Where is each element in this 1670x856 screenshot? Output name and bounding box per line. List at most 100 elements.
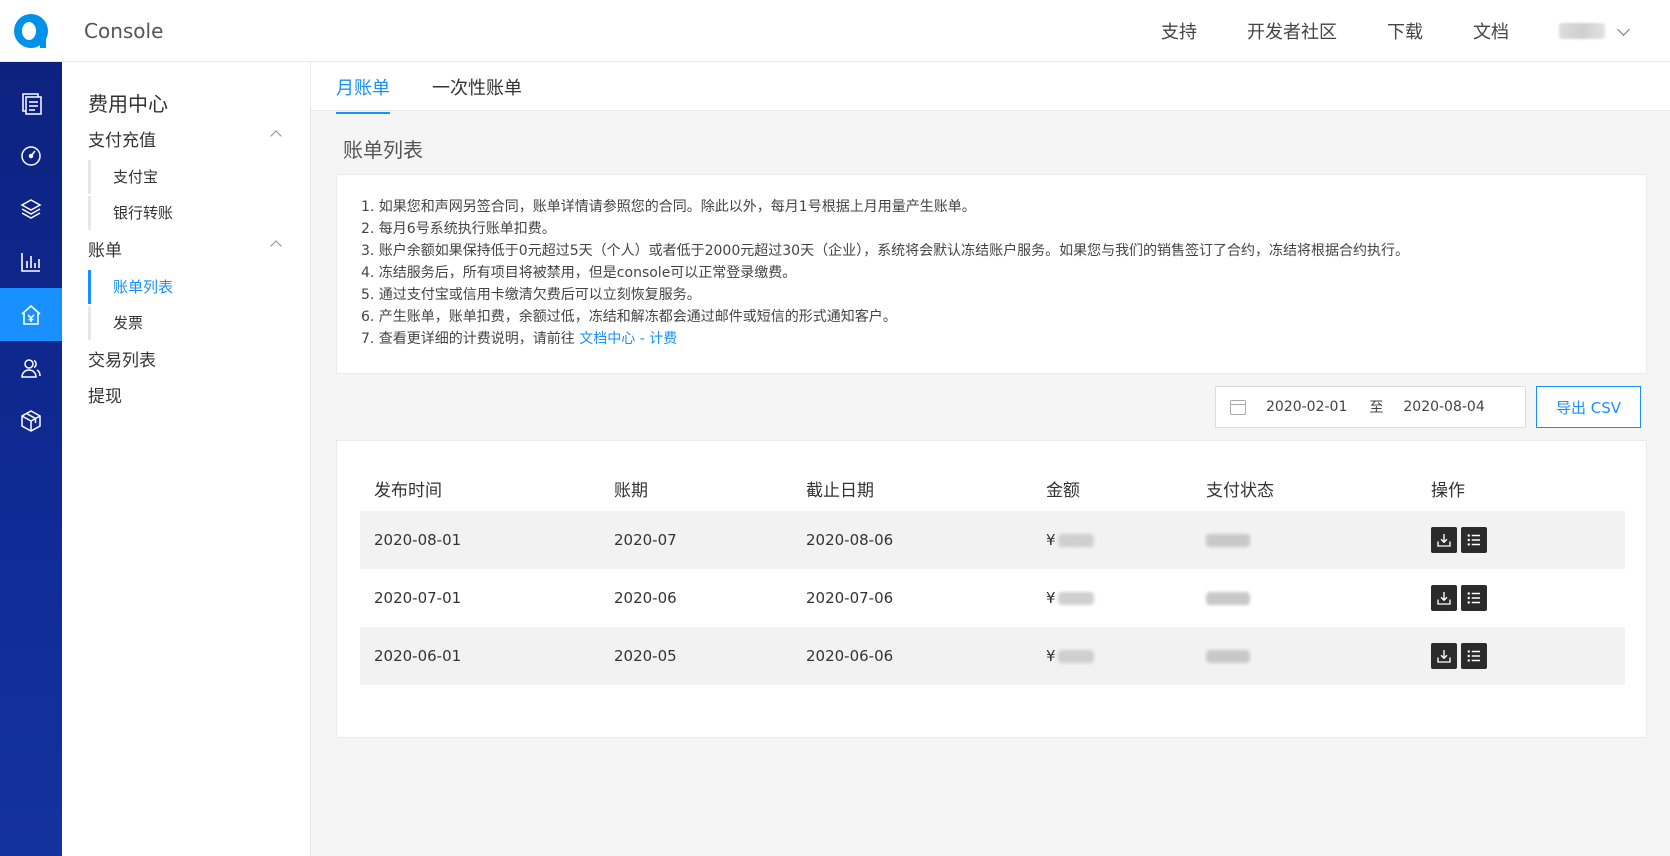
date-end[interactable]: 2020-08-04	[1403, 399, 1484, 415]
export-csv-button[interactable]: 导出 CSV	[1536, 386, 1641, 428]
calendar-icon	[1230, 399, 1246, 415]
download-icon	[1437, 534, 1451, 547]
top-nav: 支持 开发者社区 下载 文档	[1161, 0, 1670, 62]
rail-item-stats[interactable]	[0, 235, 62, 288]
notice-line: 6. 产生账单，账单扣费，余额过低，冻结和解冻都会通过邮件或短信的形式通知客户。	[361, 309, 897, 325]
date-range-picker[interactable]: 2020-02-01 至 2020-08-04	[1215, 386, 1526, 428]
cell-period: 2020-05	[614, 647, 677, 665]
amount-redacted	[1057, 650, 1094, 663]
nav-developer-community[interactable]: 开发者社区	[1247, 18, 1337, 44]
download-icon	[1437, 650, 1451, 663]
user-name-redacted	[1559, 23, 1605, 39]
cell-amount: ¥	[1046, 589, 1094, 607]
chevron-up-icon	[270, 240, 282, 252]
notice-line: 3. 账户余额如果保持低于0元超过5天（个人）或者低于2000元超过30天（企业…	[361, 243, 1410, 259]
col-due-date: 截止日期	[806, 480, 874, 501]
cell-published: 2020-06-01	[374, 647, 462, 665]
col-status: 支付状态	[1206, 480, 1274, 501]
top-bar: Console 支持 开发者社区 下载 文档	[0, 0, 1670, 62]
rail-item-users[interactable]	[0, 341, 62, 394]
menu-item-bank-transfer[interactable]: 银行转账	[88, 196, 311, 230]
col-actions: 操作	[1431, 480, 1465, 501]
detail-list-icon	[1467, 534, 1480, 546]
menu-item-withdraw[interactable]: 提现	[88, 382, 288, 407]
tab-monthly-bill[interactable]: 月账单	[336, 74, 390, 114]
bar-chart-icon	[21, 252, 40, 272]
notice-line: 7. 查看更详细的计费说明，请前往 文档中心 - 计费	[361, 328, 1622, 350]
menu-item-bill-list[interactable]: 账单列表	[88, 270, 311, 304]
tab-bar: 月账单 一次性账单	[311, 62, 1670, 114]
main-content: 月账单 一次性账单 账单列表 1. 如果您和声网另签合同，账单详情请参照您的合同…	[311, 62, 1670, 856]
menu-item-alipay[interactable]: 支付宝	[88, 160, 311, 194]
docs-billing-link[interactable]: 文档中心 - 计费	[579, 331, 677, 347]
cell-due: 2020-08-06	[806, 531, 894, 549]
detail-list-icon	[1467, 650, 1480, 662]
table-header: 发布时间 账期 截止日期 金额 支付状态 操作	[360, 465, 1625, 511]
chevron-down-icon	[1617, 22, 1630, 36]
cell-actions	[1431, 643, 1491, 669]
tab-one-time-bill[interactable]: 一次性账单	[432, 74, 522, 112]
notice-line: 2. 每月6号系统执行账单扣费。	[361, 221, 556, 237]
cell-period: 2020-06	[614, 589, 677, 607]
layers-icon	[20, 198, 42, 219]
date-start[interactable]: 2020-02-01	[1266, 399, 1347, 415]
details-button[interactable]	[1461, 585, 1487, 611]
app-title: Console	[84, 18, 164, 43]
menu-item-invoice[interactable]: 发票	[88, 306, 311, 340]
download-button[interactable]	[1431, 585, 1457, 611]
rail-item-billing[interactable]	[0, 288, 62, 341]
cell-published: 2020-07-01	[374, 589, 462, 607]
download-icon	[1437, 592, 1451, 605]
status-redacted	[1206, 534, 1250, 547]
users-icon	[21, 358, 41, 378]
notice-line: 1. 如果您和声网另签合同，账单详情请参照您的合同。除此以外，每月1号根据上月用…	[361, 199, 976, 215]
rail-item-list[interactable]	[0, 76, 62, 129]
details-button[interactable]	[1461, 527, 1487, 553]
section-title: 账单列表	[343, 138, 423, 162]
menu-group-bill[interactable]: 账单	[88, 236, 288, 261]
currency-symbol: ¥	[1046, 647, 1056, 665]
status-redacted	[1206, 650, 1250, 663]
menu-group-payment[interactable]: 支付充值	[88, 126, 288, 151]
cell-due: 2020-06-06	[806, 647, 894, 665]
col-period: 账期	[614, 480, 648, 501]
nav-docs[interactable]: 文档	[1473, 18, 1509, 44]
rail-item-cube[interactable]	[0, 394, 62, 447]
details-button[interactable]	[1461, 643, 1487, 669]
cell-period: 2020-07	[614, 531, 677, 549]
currency-symbol: ¥	[1046, 589, 1056, 607]
menu-group-label: 支付充值	[88, 131, 156, 151]
notice-line: 4. 冻结服务后，所有项目将被禁用，但是console可以正常登录缴费。	[361, 265, 797, 281]
notice-line-prefix: 7. 查看更详细的计费说明，请前往	[361, 331, 580, 347]
download-button[interactable]	[1431, 643, 1457, 669]
status-redacted	[1206, 592, 1250, 605]
logo-icon[interactable]	[14, 13, 48, 48]
billing-notice: 1. 如果您和声网另签合同，账单详情请参照您的合同。除此以外，每月1号根据上月用…	[336, 174, 1647, 374]
detail-list-icon	[1467, 592, 1480, 604]
cube-icon	[21, 409, 41, 432]
amount-redacted	[1057, 534, 1094, 547]
nav-download[interactable]: 下载	[1387, 18, 1423, 44]
menu-title: 费用中心	[88, 92, 168, 116]
dashboard-icon	[21, 145, 41, 166]
user-menu[interactable]	[1559, 22, 1630, 39]
notice-line: 5. 通过支付宝或信用卡缴清欠费后可以立刻恢复服务。	[361, 287, 701, 303]
billing-home-icon	[21, 304, 41, 325]
rail-item-dashboard[interactable]	[0, 129, 62, 182]
icon-rail	[0, 62, 62, 856]
rail-item-layers[interactable]	[0, 182, 62, 235]
nav-support[interactable]: 支持	[1161, 18, 1197, 44]
bill-table: 发布时间 账期 截止日期 金额 支付状态 操作 2020-08-01 2020-…	[336, 440, 1647, 738]
cell-due: 2020-07-06	[806, 589, 894, 607]
amount-redacted	[1057, 592, 1094, 605]
cell-amount: ¥	[1046, 647, 1094, 665]
cell-published: 2020-08-01	[374, 531, 462, 549]
list-doc-icon	[22, 92, 42, 115]
col-published: 发布时间	[374, 480, 442, 501]
download-button[interactable]	[1431, 527, 1457, 553]
menu-item-transactions[interactable]: 交易列表	[88, 346, 288, 371]
menu-group-label: 账单	[88, 241, 122, 261]
chevron-up-icon	[270, 130, 282, 142]
table-row: 2020-06-01 2020-05 2020-06-06 ¥	[360, 627, 1625, 685]
table-row: 2020-07-01 2020-06 2020-07-06 ¥	[360, 569, 1625, 627]
